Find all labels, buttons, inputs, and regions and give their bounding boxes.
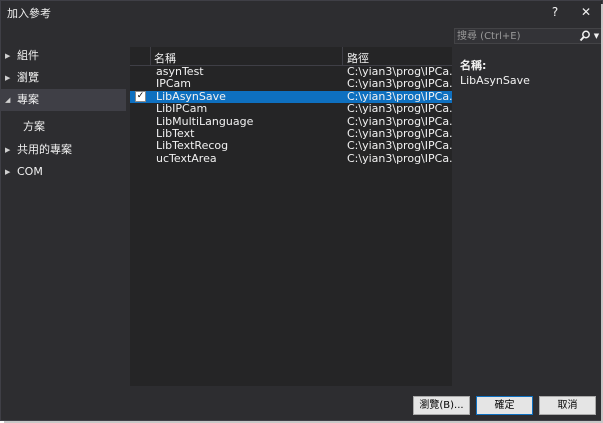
expand-arrow-icon[interactable]: ▶ <box>5 45 10 67</box>
list-rows: asynTest C:\yian3\prog\IPCa... IPCam C:\… <box>130 65 452 165</box>
details-label: 名稱: <box>460 59 487 72</box>
column-header-name[interactable]: 名稱 <box>154 50 176 66</box>
title-bar: 加入參考 ? ✕ <box>1 1 602 23</box>
expand-arrow-icon[interactable]: ▶ <box>5 139 10 161</box>
add-reference-dialog: 加入參考 ? ✕ ▶ 組件 ▶ 瀏覽 ◢ 專案 方案 ▶ 共用的專案 ▶ COM <box>0 0 603 421</box>
row-name: LibIPCam <box>156 102 208 116</box>
search-box: ▼ <box>454 28 602 44</box>
list-row[interactable]: LibIPCam C:\yian3\prog\IPCa... <box>130 102 452 116</box>
row-name: ucTextArea <box>156 151 217 165</box>
search-input[interactable] <box>457 29 577 43</box>
nav-item-label: 組件 <box>17 49 39 62</box>
nav-item-solution[interactable]: 方案 <box>1 111 126 139</box>
row-checkbox[interactable]: ✓ <box>135 91 146 103</box>
expand-arrow-icon[interactable]: ▶ <box>5 67 10 89</box>
row-path: C:\yian3\prog\IPCa... <box>347 127 452 140</box>
project-list: 名稱 路徑 asynTest C:\yian3\prog\IPCa... IPC… <box>130 47 452 386</box>
column-divider[interactable] <box>150 47 151 66</box>
row-path: C:\yian3\prog\IPCa... <box>347 140 452 153</box>
search-options-dropdown-icon[interactable]: ▼ <box>592 29 601 43</box>
collapse-arrow-icon[interactable]: ◢ <box>5 89 10 111</box>
nav-item-label: 專案 <box>17 93 39 106</box>
details-pane: 名稱: LibAsynSave <box>460 57 530 87</box>
nav-item-projects[interactable]: ◢ 專案 <box>1 89 126 111</box>
list-row[interactable]: IPCam C:\yian3\prog\IPCa... <box>130 77 452 91</box>
nav-item-shared-projects[interactable]: ▶ 共用的專案 <box>1 139 126 161</box>
ok-button[interactable]: 確定 <box>476 396 533 415</box>
nav-item-label: 方案 <box>23 120 45 133</box>
help-button[interactable]: ? <box>545 3 565 21</box>
row-path: C:\yian3\prog\IPCa... <box>347 90 452 103</box>
nav-item-com[interactable]: ▶ COM <box>1 161 126 183</box>
row-name: IPCam <box>156 77 192 91</box>
expand-arrow-icon[interactable]: ▶ <box>5 161 10 183</box>
search-icon[interactable] <box>579 29 591 43</box>
row-path: C:\yian3\prog\IPCa... <box>347 152 452 165</box>
row-path: C:\yian3\prog\IPCa... <box>347 115 452 128</box>
nav-item-label: 共用的專案 <box>17 143 72 156</box>
cancel-button[interactable]: 取消 <box>539 396 596 415</box>
close-button[interactable]: ✕ <box>576 3 596 21</box>
column-header-path[interactable]: 路徑 <box>347 50 369 66</box>
column-divider[interactable] <box>342 47 343 66</box>
list-row[interactable]: ucTextArea C:\yian3\prog\IPCa... <box>130 151 452 165</box>
window-title: 加入參考 <box>7 7 51 20</box>
nav-item-label: 瀏覽 <box>17 71 39 84</box>
nav-item-assemblies[interactable]: ▶ 組件 <box>1 45 126 67</box>
row-path: C:\yian3\prog\IPCa... <box>347 78 452 91</box>
details-value: LibAsynSave <box>460 74 530 87</box>
nav-item-label: COM <box>17 165 43 178</box>
list-header: 名稱 路徑 <box>130 47 452 66</box>
category-nav: ▶ 組件 ▶ 瀏覽 ◢ 專案 方案 ▶ 共用的專案 ▶ COM <box>1 45 126 183</box>
browse-button[interactable]: 瀏覽(B)... <box>413 396 470 415</box>
list-row[interactable]: LibTextRecog C:\yian3\prog\IPCa... <box>130 139 452 153</box>
nav-item-browse[interactable]: ▶ 瀏覽 <box>1 67 126 89</box>
row-path: C:\yian3\prog\IPCa... <box>347 66 452 78</box>
row-name: LibTextRecog <box>156 139 229 153</box>
row-path: C:\yian3\prog\IPCa... <box>347 103 452 116</box>
